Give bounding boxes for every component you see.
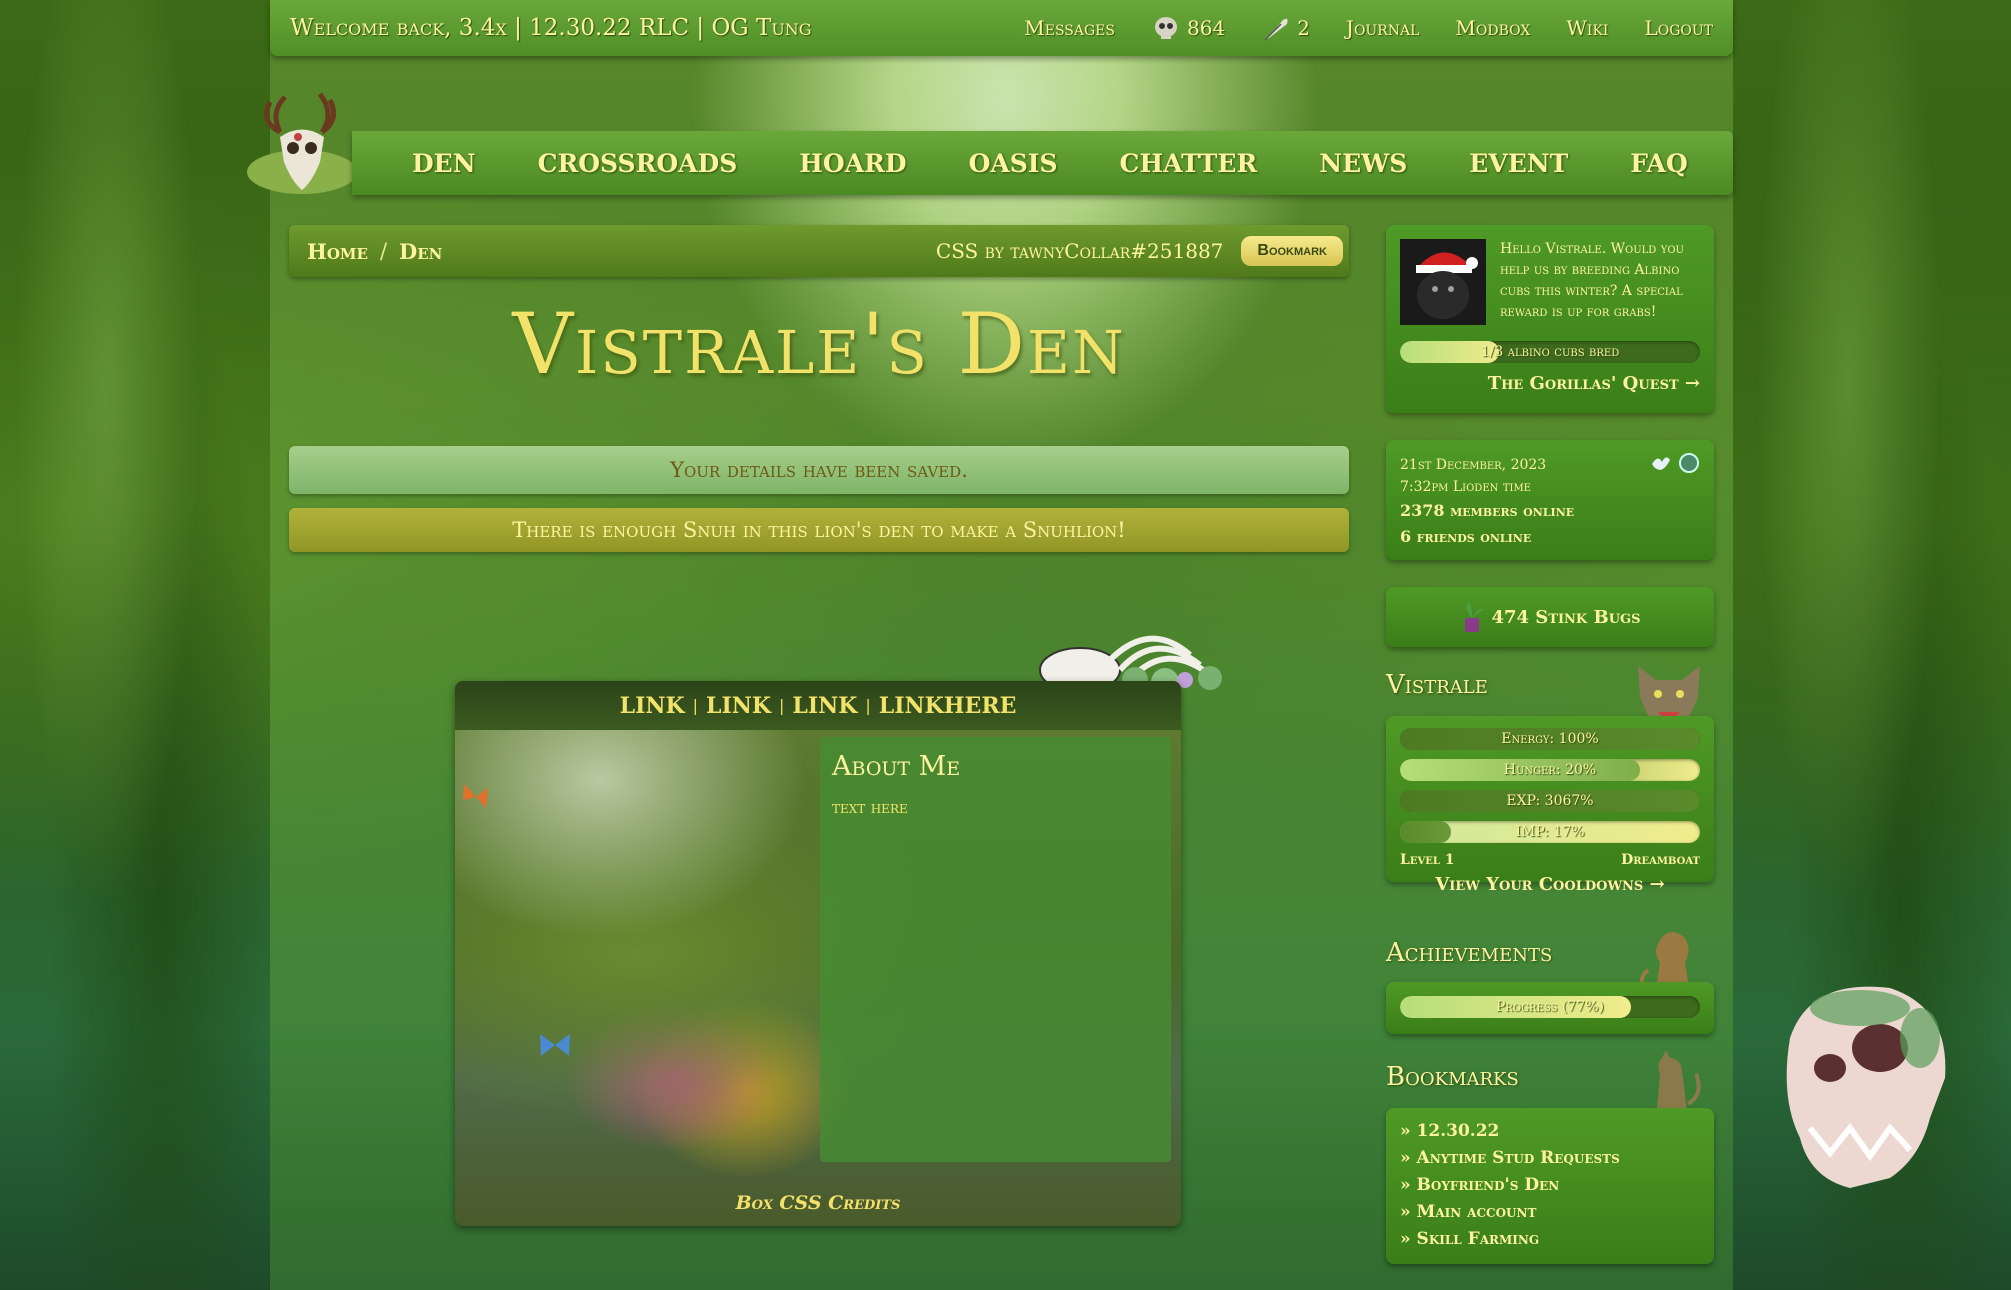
exp-bar: EXP: 3067%	[1400, 790, 1700, 812]
about-me-title: About Me	[832, 751, 961, 782]
nav-chatter[interactable]: CHATTER	[1120, 149, 1258, 178]
breadcrumb: Home / Den	[307, 239, 442, 264]
achievements-progress-label: Progress (77%)	[1496, 999, 1604, 1015]
feather-icon	[1264, 18, 1288, 41]
butterfly-icon	[463, 784, 488, 808]
clock-text: 7:32pm Lioden time	[1400, 479, 1531, 495]
bookmark-button[interactable]: Bookmark	[1241, 236, 1343, 266]
box-link-2[interactable]: LINK	[706, 693, 771, 719]
quest-progress-label: 1/3 albino cubs bred	[1480, 344, 1620, 360]
nav-faq[interactable]: FAQ	[1630, 149, 1687, 178]
deer-skull-logo[interactable]	[240, 82, 365, 207]
nav-crossroads[interactable]: CROSSROADS	[538, 149, 738, 178]
quest-panel: Hello Vistrale. Would you help us by bre…	[1386, 225, 1714, 413]
time-icons	[1650, 452, 1700, 474]
bookmark-item[interactable]: » 12.30.22	[1400, 1118, 1700, 1145]
main-nav: DEN CROSSROADS HOARD OASIS CHATTER NEWS …	[352, 131, 1733, 195]
breadcrumb-bar: Home / Den CSS by tawnyCollar#251887 Boo…	[289, 225, 1349, 277]
breadcrumb-current[interactable]: Den	[399, 239, 442, 264]
details-saved-notice: Your details have been saved.	[289, 446, 1349, 494]
view-cooldowns-link[interactable]: View Your Cooldowns →	[1400, 874, 1700, 895]
css-credit[interactable]: CSS by tawnyCollar#251887	[936, 239, 1223, 263]
exp-label: EXP: 3067%	[1506, 793, 1594, 809]
breadcrumb-actions: CSS by tawnyCollar#251887 Bookmark	[936, 236, 1343, 266]
breadcrumb-separator: /	[379, 239, 388, 263]
link-separator: |	[865, 696, 871, 715]
about-me-panel: About Me text here	[820, 737, 1171, 1162]
level-text: Level 1	[1400, 852, 1455, 868]
quest-progress-bar: 1/3 albino cubs bred	[1400, 341, 1700, 363]
quest-text: Hello Vistrale. Would you help us by bre…	[1500, 241, 1684, 320]
lion-title-text: Dreamboat	[1621, 852, 1700, 868]
welcome-text: Welcome back, 3.4x | 12.30.22 RLC | OG T…	[290, 15, 812, 41]
globe-icon[interactable]	[1678, 452, 1700, 474]
bookmark-item[interactable]: » Skill Farming	[1400, 1226, 1700, 1253]
box-link-1[interactable]: LINK	[620, 693, 685, 719]
bookmarks-panel: » 12.30.22 » Anytime Stud Requests » Boy…	[1386, 1108, 1714, 1264]
bookmarks-heading: Bookmarks	[1386, 1062, 1519, 1092]
gorillas-quest-link[interactable]: The Gorillas' Quest →	[1400, 373, 1700, 394]
lion-name-heading[interactable]: Vistrale	[1386, 670, 1488, 700]
breadcrumb-home[interactable]: Home	[307, 239, 368, 264]
currency-count: 864	[1187, 16, 1226, 40]
link-separator: |	[779, 696, 785, 715]
bookmark-item[interactable]: » Boyfriend's Den	[1400, 1172, 1700, 1199]
den-custom-box: LINK | LINK | LINK | LINKHERE About Me t…	[455, 681, 1181, 1226]
link-separator: |	[692, 696, 698, 715]
achievements-progress-bar[interactable]: Progress (77%)	[1400, 996, 1700, 1018]
skull-currency-icon	[1155, 17, 1177, 39]
nav-event[interactable]: EVENT	[1469, 149, 1568, 178]
energy-bar: Energy: 100%	[1400, 728, 1700, 750]
imp-label: IMP: 17%	[1515, 824, 1585, 840]
page-title: Vistrale's Den	[512, 295, 1126, 393]
box-links-header: LINK | LINK | LINK | LINKHERE	[455, 681, 1181, 730]
bird-icon[interactable]	[1650, 452, 1672, 474]
nav-news[interactable]: NEWS	[1319, 149, 1407, 178]
members-online[interactable]: 2378 members online	[1400, 498, 1700, 524]
lion-stats-panel: Energy: 100% Hunger: 20% EXP: 3067% IMP:…	[1386, 716, 1714, 895]
hunger-label: Hunger: 20%	[1503, 762, 1597, 778]
nav-hoard[interactable]: HOARD	[799, 149, 906, 178]
hunger-bar: Hunger: 20%	[1400, 759, 1700, 781]
stink-bugs-panel[interactable]: 474 Stink Bugs	[1386, 587, 1714, 647]
bookmark-item[interactable]: » Anytime Stud Requests	[1400, 1145, 1700, 1172]
nav-oasis[interactable]: OASIS	[969, 149, 1058, 178]
achievements-heading[interactable]: Achievements	[1386, 938, 1552, 968]
imp-bar: IMP: 17%	[1400, 821, 1700, 843]
snuh-notice: There is enough Snuh in this lion's den …	[289, 508, 1349, 552]
blue-butterfly-icon	[540, 1034, 570, 1056]
achievements-panel: Progress (77%)	[1386, 982, 1714, 1034]
energy-label: Energy: 100%	[1501, 731, 1599, 747]
top-bar: Welcome back, 3.4x | 12.30.22 RLC | OG T…	[270, 0, 1733, 56]
potted-plant-icon	[1465, 602, 1484, 632]
about-me-text: text here	[832, 798, 908, 818]
feather-count: 2	[1297, 16, 1310, 40]
nav-den[interactable]: DEN	[412, 149, 476, 178]
time-panel: 21st December, 2023 7:32pm Lioden time 2…	[1386, 440, 1714, 560]
journal-link[interactable]: Journal	[1346, 16, 1420, 40]
bookmark-item[interactable]: » Main account	[1400, 1199, 1700, 1226]
mossy-skull-decoration	[1786, 986, 1946, 1188]
stink-bugs-count: 474 Stink Bugs	[1491, 606, 1641, 628]
box-link-4[interactable]: LINKHERE	[879, 693, 1017, 719]
logout-link[interactable]: Logout	[1644, 16, 1713, 40]
top-nav: Messages 864 2 Journal Modbox Wiki Logou…	[1024, 14, 1713, 42]
box-link-3[interactable]: LINK	[792, 693, 857, 719]
wiki-link[interactable]: Wiki	[1566, 16, 1608, 40]
modbox-link[interactable]: Modbox	[1455, 16, 1530, 40]
jungle-left-decoration	[0, 0, 270, 1290]
box-css-credits[interactable]: Box CSS Credits	[455, 1192, 1181, 1214]
feather-counter[interactable]: 2	[1261, 14, 1310, 42]
currency-counter[interactable]: 864	[1151, 14, 1225, 42]
friends-online[interactable]: 6 friends online	[1400, 524, 1700, 550]
gorilla-avatar	[1400, 239, 1486, 325]
messages-link[interactable]: Messages	[1024, 16, 1115, 40]
